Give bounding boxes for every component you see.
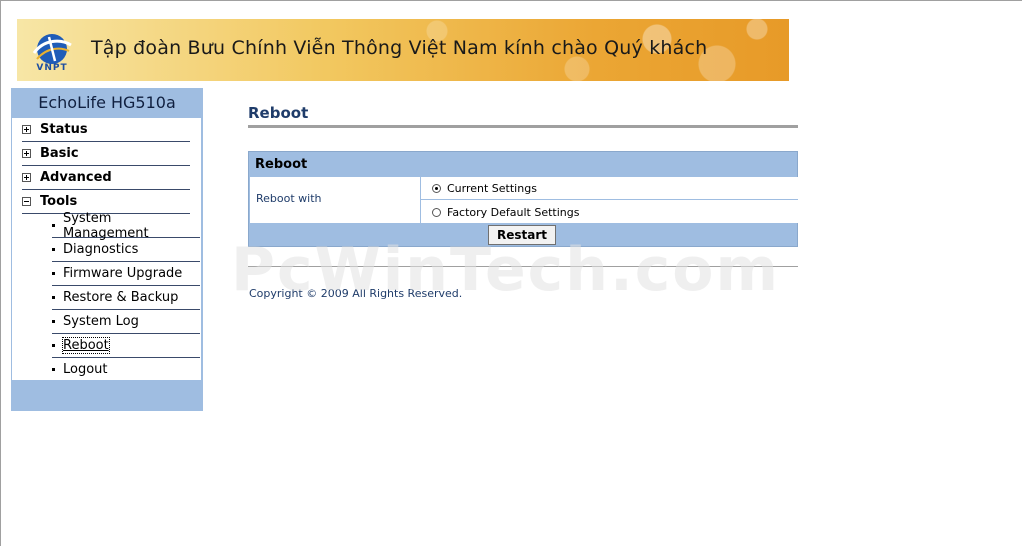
radio-unselected-icon[interactable] <box>432 208 441 217</box>
sidebar-subitem-reboot[interactable]: Reboot <box>52 334 200 358</box>
sidebar-subitem-label: System Management <box>62 210 149 241</box>
row-divider <box>420 199 798 200</box>
logo-text: VNPT <box>36 63 68 73</box>
sidebar-subitem-diagnostics[interactable]: Diagnostics <box>52 238 200 262</box>
sidebar-item-status[interactable]: Status <box>22 118 190 142</box>
sidebar-subitem-label: Logout <box>63 362 108 377</box>
title-divider <box>248 125 798 128</box>
sidebar-subitem-logout[interactable]: Logout <box>52 358 200 381</box>
page-title: Reboot <box>248 104 309 122</box>
footer-divider <box>248 266 798 267</box>
sidebar-subitem-label: Firmware Upgrade <box>63 266 183 281</box>
sidebar-item-advanced[interactable]: Advanced <box>22 166 190 190</box>
panel-title: Reboot <box>255 157 308 172</box>
sidebar-item-label: Status <box>40 122 88 137</box>
bullet-icon <box>52 368 55 371</box>
bullet-icon <box>52 320 55 323</box>
sidebar: EchoLife HG510a Status Basic Advanced To… <box>11 88 203 411</box>
bullet-icon <box>52 224 55 227</box>
column-divider <box>420 177 421 223</box>
expand-plus-icon[interactable] <box>22 125 31 134</box>
expand-plus-icon[interactable] <box>22 149 31 158</box>
sidebar-subitem-restore-backup[interactable]: Restore & Backup <box>52 286 200 310</box>
sidebar-subitem-label: Reboot <box>62 337 110 354</box>
sidebar-menu: Status Basic Advanced Tools System Manag… <box>12 118 201 380</box>
sidebar-subitem-system-log[interactable]: System Log <box>52 310 200 334</box>
sidebar-item-label: Tools <box>40 194 78 209</box>
sidebar-subitem-system-management[interactable]: System Management <box>52 210 200 241</box>
option-label: Factory Default Settings <box>447 206 580 219</box>
bullet-icon <box>52 272 55 275</box>
radio-selected-icon[interactable] <box>432 184 441 193</box>
expand-plus-icon[interactable] <box>22 173 31 182</box>
copyright-text: Copyright © 2009 All Rights Reserved. <box>249 287 463 300</box>
reboot-panel: Reboot Reboot with Current Settings Fact… <box>248 151 798 247</box>
sidebar-subitem-firmware-upgrade[interactable]: Firmware Upgrade <box>52 262 200 286</box>
restart-button[interactable]: Restart <box>488 225 556 245</box>
bullet-icon <box>52 296 55 299</box>
sidebar-subitem-label: Restore & Backup <box>63 290 179 305</box>
sidebar-subitem-label: Diagnostics <box>63 242 139 257</box>
option-label: Current Settings <box>447 182 537 195</box>
banner-greeting: Tập đoàn Bưu Chính Viễn Thông Việt Nam k… <box>91 37 708 59</box>
option-current-settings[interactable]: Current Settings <box>432 182 537 195</box>
device-title: EchoLife HG510a <box>38 93 176 112</box>
bullet-icon <box>52 248 55 251</box>
sidebar-item-label: Basic <box>40 146 79 161</box>
reboot-with-label: Reboot with <box>256 192 322 205</box>
header-banner: VNPT Tập đoàn Bưu Chính Viễn Thông Việt … <box>17 19 789 81</box>
sidebar-item-label: Advanced <box>40 170 112 185</box>
bullet-icon <box>52 344 55 347</box>
collapse-minus-icon[interactable] <box>22 197 31 206</box>
sidebar-item-basic[interactable]: Basic <box>22 142 190 166</box>
sidebar-subitem-label: System Log <box>63 314 139 329</box>
reboot-options-row: Reboot with Current Settings Factory Def… <box>250 177 798 223</box>
option-factory-default[interactable]: Factory Default Settings <box>432 206 579 219</box>
